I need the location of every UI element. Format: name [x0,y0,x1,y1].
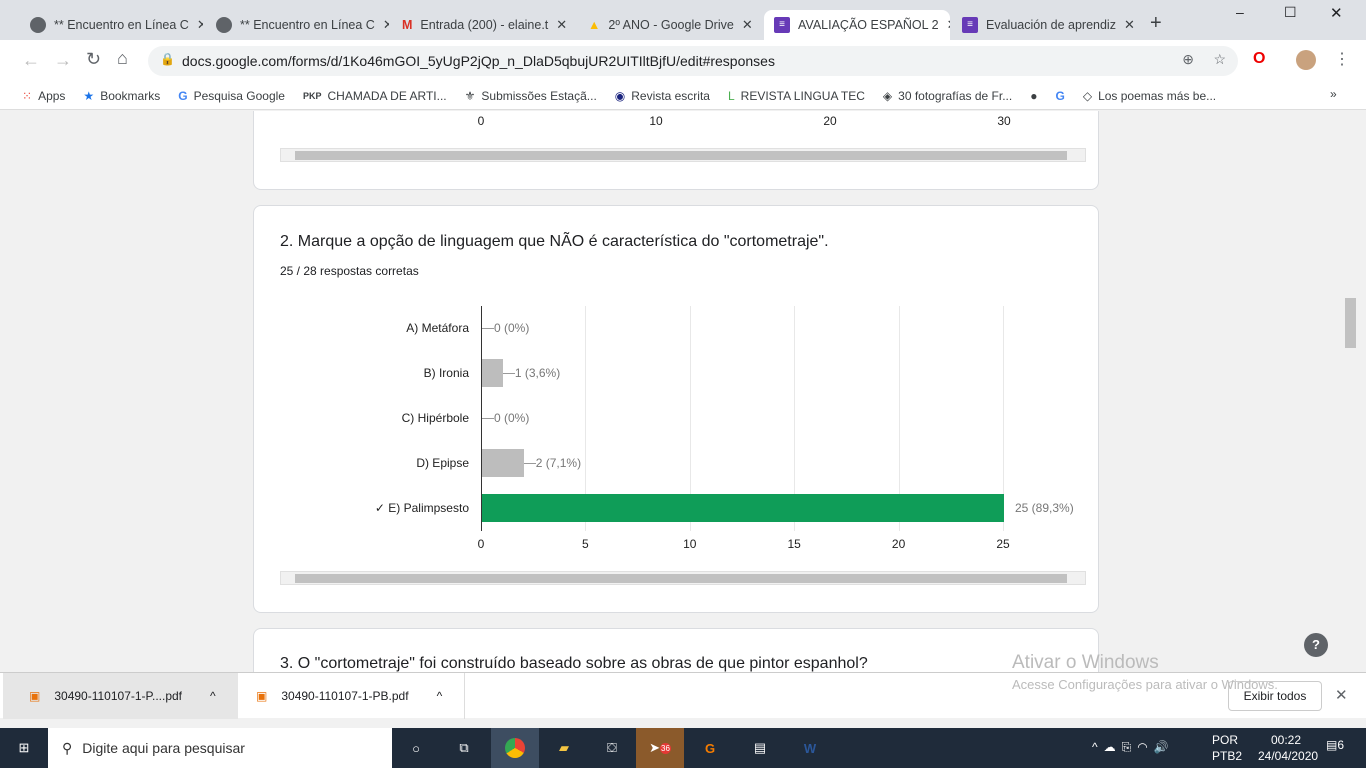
activation-watermark-title: Ativar o Windows [1012,652,1159,673]
close-tab-icon[interactable]: ✕ [383,17,389,33]
cortana-icon[interactable]: ○ [392,728,440,768]
system-tray-icons[interactable]: ^☁⎘◠🔊 [1092,740,1175,755]
gmail-icon: M [402,18,413,32]
scrollbar-thumb[interactable] [1345,298,1356,348]
minimize-button[interactable]: – [1236,4,1244,20]
globe-icon: ● [1030,88,1038,103]
horizontal-scrollbar[interactable] [280,571,1086,585]
crest-icon: ⚜ [464,88,476,103]
star-icon: ★ [83,88,95,103]
apps-grid-icon: ⁙ [22,88,33,103]
pdf-file-icon: ▣ [29,689,41,703]
close-window-button[interactable]: ✕ [1330,4,1343,22]
x-tick: 20 [823,114,837,128]
pdf-file-icon: ▣ [256,689,268,703]
drive-icon: ▲ [588,18,601,32]
bookmark-submissoes[interactable]: ⚜ Submissões Estaçã... [465,89,597,103]
bookmark-google-2[interactable]: G [1055,89,1064,103]
download-item[interactable]: ▣ 30490-110107-1-P....pdf ^ [3,673,238,719]
star-icon[interactable]: ☆ [1213,51,1226,68]
language-indicator[interactable]: POR PTB2 [1212,732,1242,764]
camera-icon: ◈ [882,88,893,103]
zoom-icon[interactable]: ⊕ [1182,51,1194,68]
download-item[interactable]: ▣ 30490-110107-1-PB.pdf ^ [240,673,465,719]
document-icon[interactable]: ▤ [736,728,784,768]
taskbar-search[interactable]: ⚲ Digite aqui para pesquisar [48,728,392,768]
clock[interactable]: 00:22 24/04/2020 [1258,732,1318,764]
google-icon: G [1055,88,1065,103]
close-tab-icon[interactable]: ✕ [1124,17,1135,33]
foxit-icon[interactable]: G [686,728,734,768]
x-tick: 10 [649,114,663,128]
lock-icon: 🔒 [160,52,175,66]
bookmarks-bar: ⁙ Apps ★ Bookmarks G Pesquisa Google PKP CHA… [0,82,1366,110]
google-icon: G [178,88,188,103]
activation-watermark-text: Acesse Configurações para ativar o Windo… [1012,677,1278,692]
close-tab-icon[interactable]: ✕ [742,17,753,33]
address-bar[interactable]: 🔒 docs.google.com/forms/d/1Ko46mGOI_5yUg… [148,46,1238,76]
notifications-icon[interactable]: ▤6 [1326,738,1344,752]
bookmark-fotografias[interactable]: ◈ 30 fotografías de Fr... [883,89,1012,103]
x-tick: 30 [997,114,1011,128]
globe-icon [216,17,232,33]
close-tab-icon[interactable]: ✕ [197,17,203,33]
bookmark-apps[interactable]: ⁙ Apps [22,89,65,103]
avatar[interactable] [1296,50,1316,70]
help-icon[interactable]: ? [1304,633,1328,657]
diamond-icon: ◇ [1082,88,1093,103]
bookmark-poemas[interactable]: ◇ Los poemas más be... [1083,89,1216,103]
new-tab-button[interactable]: + [1150,12,1162,35]
back-icon[interactable]: ← [22,50,40,71]
chevron-up-icon[interactable]: ^ [210,689,216,703]
bookmark-globe[interactable]: ● [1030,89,1037,103]
more-bookmarks-icon[interactable]: » [1330,87,1337,101]
question-title: 3. O "cortometraje" foi construído basea… [280,655,868,672]
windows-taskbar: ⊞ ⚲ Digite aqui para pesquisar ○ ⧉ ▰ ⛋ ➤ 3… [0,728,1366,768]
bookmark-bookmarks[interactable]: ★ Bookmarks [83,89,160,103]
bookmark-pkp[interactable]: PKP CHAMADA DE ARTI... [303,89,447,103]
word-icon[interactable]: W [786,728,834,768]
browser-tab-active[interactable]: ≡AVALIAÇÃO ESPAÑOL 2✕ [764,10,950,40]
browser-tab[interactable]: M Entrada (200) - elaine.t ✕ [392,10,575,40]
question-title: 2. Marque a opção de linguagem que NÃO é… [280,233,829,250]
browser-tab[interactable]: ** Encuentro en Línea C ✕ [20,10,203,40]
forms-icon: ≡ [962,17,978,33]
maximize-button[interactable]: ☐ [1284,4,1297,21]
browser-tab[interactable]: ▲ 2º ANO - Google Drive ✕ [578,10,761,40]
vertical-scrollbar[interactable] [1343,110,1358,672]
tab-strip: ** Encuentro en Línea C ✕ ** Encuentro en… [0,0,1366,40]
close-tab-icon[interactable]: ✕ [556,17,567,33]
correct-count: 25 / 28 respostas corretas [280,264,419,278]
reload-icon[interactable]: ↻ [86,49,101,70]
bookmark-revista[interactable]: ◉ Revista escrita [615,89,710,103]
file-explorer-icon[interactable]: ▰ [540,728,588,768]
close-downloads-icon[interactable]: ✕ [1335,686,1348,704]
question-2-card: 2. Marque a opção de linguagem que NÃO é… [253,205,1099,613]
forward-icon[interactable]: → [54,50,72,71]
horizontal-scrollbar[interactable] [280,148,1086,162]
windows-start-icon[interactable]: ⊞ [0,728,48,768]
search-icon: ⚲ [62,739,73,756]
telegram-icon[interactable]: ➤ 36 [636,728,684,768]
task-view-icon[interactable]: ⧉ [440,728,488,768]
chevron-up-icon[interactable]: ^ [437,689,443,703]
opera-icon[interactable]: O [1253,50,1265,68]
close-tab-icon[interactable]: ✕ [947,17,950,33]
pkp-icon: PKP [302,90,322,101]
globe-icon: ◉ [614,88,626,103]
bookmark-lingua-tec[interactable]: L REVISTA LINGUA TEC [728,89,865,103]
forms-icon: ≡ [774,17,790,33]
x-tick: 0 [477,114,485,128]
browser-tab[interactable]: ** Encuentro en Línea C ✕ [206,10,389,40]
question-1-card: 0 10 20 30 [253,111,1099,190]
lt-icon: L [727,88,735,103]
globe-icon [30,17,46,33]
browser-tab[interactable]: ≡ Evaluación de aprendiz ✕ [952,10,1135,40]
home-icon[interactable]: ⌂ [117,48,128,69]
store-icon[interactable]: ⛋ [588,728,636,768]
bookmark-google[interactable]: G Pesquisa Google [178,89,285,103]
menu-icon[interactable]: ⋮ [1334,49,1350,69]
chrome-icon[interactable] [491,728,539,768]
